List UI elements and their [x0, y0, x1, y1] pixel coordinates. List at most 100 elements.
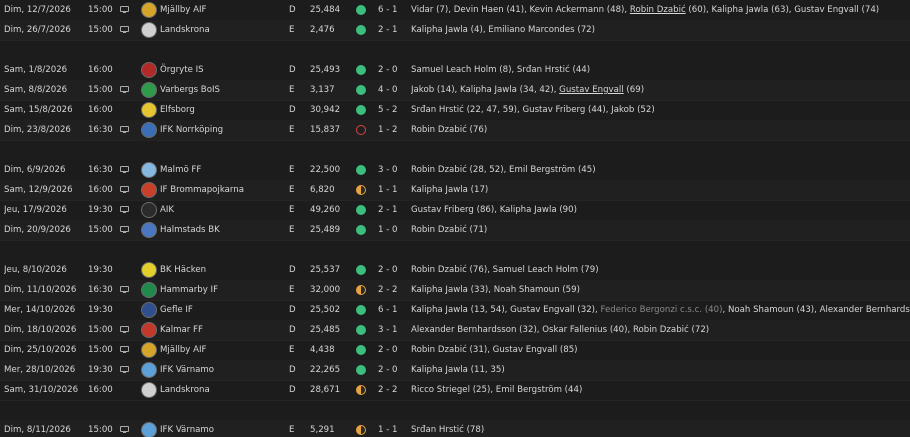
scorer-text: Samuel Leach Holm (8), Srđan Hrstić (44) — [411, 65, 591, 75]
opponent-team-link[interactable]: Hammarby IF — [160, 280, 285, 300]
venue-indicator: D — [289, 265, 296, 275]
match-row[interactable]: Sam, 1/8/2026 16:00 Örgryte IS D 25,493 2 - 0… — [0, 60, 910, 81]
opponent-team-link[interactable]: Halmstads BK — [160, 220, 285, 240]
kickoff-time: 16:00 — [88, 65, 113, 75]
match-score-link[interactable]: 6 - 1 — [378, 300, 406, 320]
match-row[interactable]: Sam, 8/8/2026 15:00 Varbergs BoIS E 3,137 4 -… — [0, 80, 910, 101]
match-date: Jeu, 17/9/2026 — [4, 205, 67, 215]
scorer-text: Ricco Striegel (25), Emil Bergström (44) — [411, 385, 583, 395]
result-draw-icon — [356, 385, 366, 395]
scorer-text: Robin Dzabić (28, 52), Emil Bergström (4… — [411, 165, 596, 175]
opponent-team-link[interactable]: Landskrona — [160, 380, 285, 400]
match-row[interactable]: Dim, 11/10/2026 16:30 Hammarby IF E 32,000 2 … — [0, 280, 910, 301]
opponent-team-link[interactable]: IFK Värnamo — [160, 360, 285, 380]
kickoff-time: 15:00 — [88, 345, 113, 355]
match-score-link[interactable]: 4 - 0 — [378, 80, 406, 100]
scorer-text: (69) — [623, 85, 645, 95]
match-score-link[interactable]: 2 - 2 — [378, 380, 406, 400]
result-win-icon — [356, 305, 366, 315]
match-row[interactable]: Dim, 8/11/2026 15:00 IFK Värnamo E 5,291 1 - … — [0, 420, 910, 437]
scorer-text: Gustav Friberg (86), Kalipha Jawla (90) — [411, 205, 577, 215]
opponent-team-link[interactable]: Mjällby AIF — [160, 0, 285, 20]
match-row[interactable]: Mer, 14/10/2026 19:30 Gefle IF D 25,502 6 - 1… — [0, 300, 910, 321]
match-date: Sam, 8/8/2026 — [4, 85, 68, 95]
gefle-crest-icon — [141, 302, 157, 318]
opponent-team-link[interactable]: Mjällby AIF — [160, 340, 285, 360]
match-row[interactable]: Sam, 31/10/2026 16:00 Landskrona D 28,671 2 -… — [0, 380, 910, 401]
match-row[interactable]: Dim, 6/9/2026 16:30 Malmö FF E 22,500 3 - 0 Ro… — [0, 160, 910, 181]
match-score-link[interactable]: 2 - 0 — [378, 340, 406, 360]
result-win-icon — [356, 345, 366, 355]
match-score-link[interactable]: 2 - 1 — [378, 20, 406, 40]
match-row[interactable]: Dim, 26/7/2026 15:00 Landskrona E 2,476 2 - 1… — [0, 20, 910, 41]
venue-indicator: D — [289, 305, 296, 315]
match-score-link[interactable]: 1 - 1 — [378, 420, 406, 437]
attendance: 5,291 — [310, 425, 335, 435]
opponent-team-link[interactable]: Landskrona — [160, 20, 285, 40]
opponent-team-link[interactable]: IFK Norrköping — [160, 120, 285, 140]
hacken-crest-icon — [141, 262, 157, 278]
scorer-text[interactable]: Robin Dzabić — [630, 5, 686, 15]
scorer-text: Federico Bergonzi c.s.c. (40) — [600, 305, 723, 315]
scorer-text: Kalipha Jawla (13, 54), Gustav Engvall (… — [411, 305, 601, 315]
scorer-text: Robin Dzabić (76), Samuel Leach Holm (79… — [411, 265, 599, 275]
match-score-link[interactable]: 2 - 2 — [378, 280, 406, 300]
tv-icon — [120, 426, 132, 434]
attendance: 22,265 — [310, 365, 341, 375]
goal-scorers: Robin Dzabić (76) — [411, 120, 910, 140]
kickoff-time: 15:00 — [88, 85, 113, 95]
match-score-link[interactable]: 2 - 0 — [378, 360, 406, 380]
tv-icon — [120, 366, 132, 374]
tv-icon — [120, 186, 132, 194]
match-row[interactable]: Mer, 28/10/2026 19:30 IFK Värnamo D 22,265 2 … — [0, 360, 910, 381]
scorer-text: Kalipha Jawla (33), Noah Shamoun (59) — [411, 285, 580, 295]
scorer-text[interactable]: Gustav Engvall — [559, 85, 624, 95]
opponent-team-link[interactable]: Kalmar FF — [160, 320, 285, 340]
match-row[interactable]: Dim, 18/10/2026 15:00 Kalmar FF D 25,485 3 - … — [0, 320, 910, 341]
match-row[interactable]: Sam, 15/8/2026 16:00 Elfsborg D 30,942 5 - 2 S… — [0, 100, 910, 121]
match-row[interactable]: Jeu, 8/10/2026 19:30 BK Häcken D 25,537 2 - 0… — [0, 260, 910, 281]
goal-scorers: Robin Dzabić (28, 52), Emil Bergström (4… — [411, 160, 910, 180]
match-row[interactable]: Sam, 12/9/2026 16:00 IF Brommapojkarna E 6,8… — [0, 180, 910, 201]
opponent-team-link[interactable]: Varbergs BoIS — [160, 80, 285, 100]
match-row[interactable]: Dim, 20/9/2026 15:00 Halmstads BK E 25,489 1 … — [0, 220, 910, 241]
match-row[interactable]: Jeu, 17/9/2026 19:30 AIK E 49,260 2 - 1 Gustav… — [0, 200, 910, 221]
match-row[interactable]: Dim, 25/10/2026 15:00 Mjällby AIF E 4,438 2 -… — [0, 340, 910, 361]
match-score-link[interactable]: 2 - 0 — [378, 260, 406, 280]
opponent-team-link[interactable]: IFK Värnamo — [160, 420, 285, 437]
opponent-team-link[interactable]: AIK — [160, 200, 285, 220]
opponent-team-link[interactable]: Malmö FF — [160, 160, 285, 180]
opponent-team-link[interactable]: Örgryte IS — [160, 60, 285, 80]
goal-scorers: Ricco Striegel (25), Emil Bergström (44) — [411, 380, 910, 400]
goal-scorers: Kalipha Jawla (11, 35) — [411, 360, 910, 380]
match-score-link[interactable]: 1 - 2 — [378, 120, 406, 140]
opponent-team-link[interactable]: Elfsborg — [160, 100, 285, 120]
kickoff-time: 15:00 — [88, 225, 113, 235]
opponent-team-link[interactable]: BK Häcken — [160, 260, 285, 280]
brommapojkarna-crest-icon — [141, 182, 157, 198]
venue-indicator: E — [289, 225, 295, 235]
opponent-team-link[interactable]: IF Brommapojkarna — [160, 180, 285, 200]
match-score-link[interactable]: 5 - 2 — [378, 100, 406, 120]
result-win-icon — [356, 365, 366, 375]
match-score-link[interactable]: 1 - 0 — [378, 220, 406, 240]
match-date: Dim, 11/10/2026 — [4, 285, 77, 295]
result-win-icon — [356, 265, 366, 275]
goal-scorers: Gustav Friberg (86), Kalipha Jawla (90) — [411, 200, 910, 220]
result-win-icon — [356, 205, 366, 215]
match-row[interactable]: Dim, 12/7/2026 15:00 Mjällby AIF D 25,484 6 -… — [0, 0, 910, 21]
scorer-text: Robin Dzabić (76) — [411, 125, 488, 135]
match-score-link[interactable]: 6 - 1 — [378, 0, 406, 20]
match-score-link[interactable]: 2 - 0 — [378, 60, 406, 80]
attendance: 25,484 — [310, 5, 341, 15]
match-row[interactable]: Dim, 23/8/2026 16:30 IFK Norrköping E 15,837… — [0, 120, 910, 141]
match-score-link[interactable]: 1 - 1 — [378, 180, 406, 200]
goal-scorers: Robin Dzabić (76), Samuel Leach Holm (79… — [411, 260, 910, 280]
match-score-link[interactable]: 3 - 0 — [378, 160, 406, 180]
tv-icon — [120, 126, 132, 134]
opponent-team-link[interactable]: Gefle IF — [160, 300, 285, 320]
match-score-link[interactable]: 3 - 1 — [378, 320, 406, 340]
result-win-icon — [356, 25, 366, 35]
match-score-link[interactable]: 2 - 1 — [378, 200, 406, 220]
goal-scorers: Kalipha Jawla (13, 54), Gustav Engvall (… — [411, 300, 910, 320]
